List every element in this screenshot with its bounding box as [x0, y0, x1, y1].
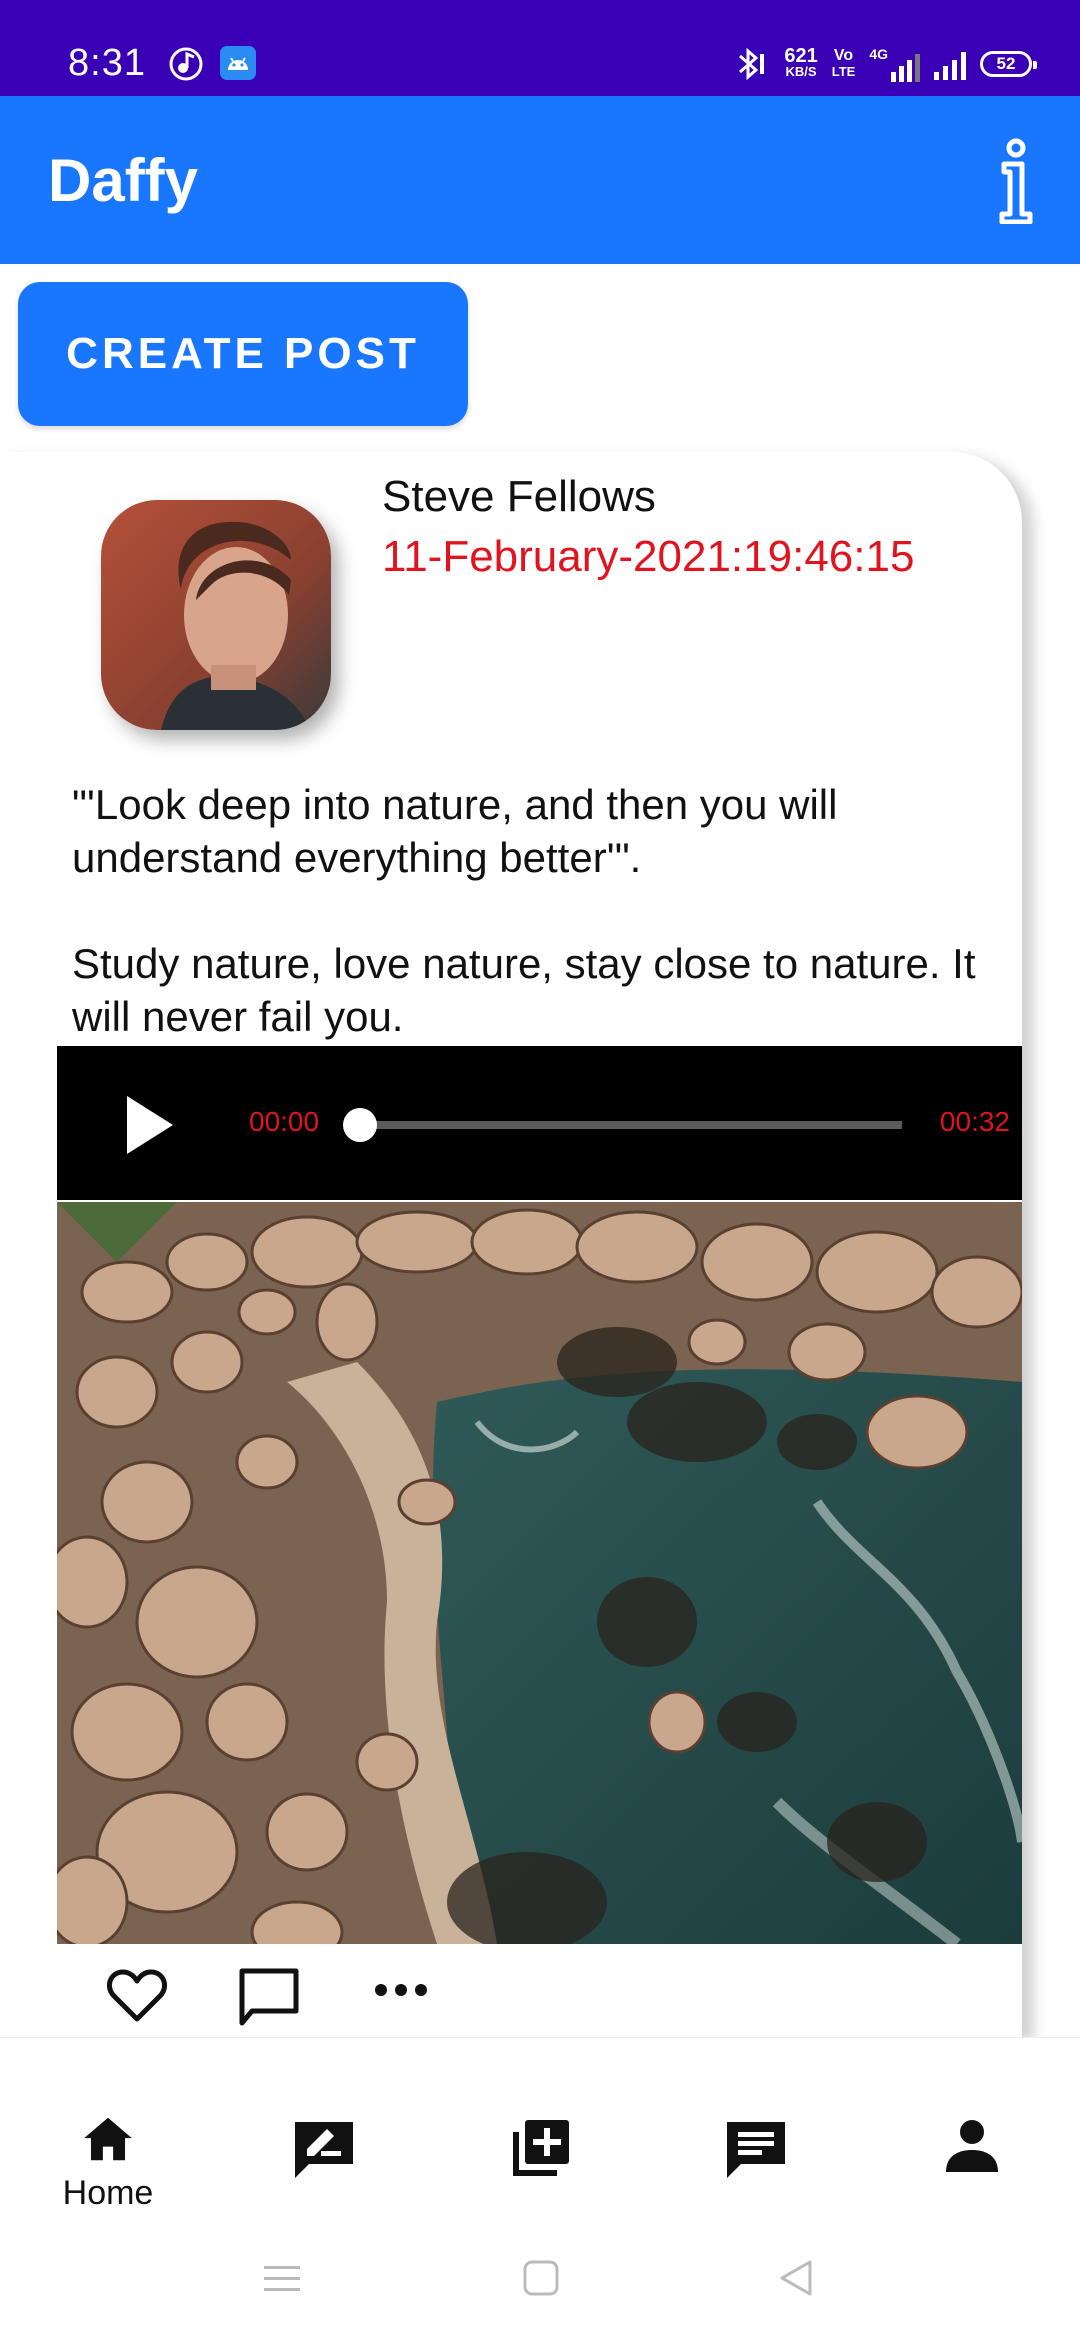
seek-bar[interactable]	[357, 1121, 902, 1129]
home-icon	[84, 2117, 132, 2161]
android-app-icon	[220, 46, 256, 80]
heart-icon[interactable]	[106, 1967, 168, 2023]
volte-indicator: Vo LTE	[831, 47, 856, 80]
signal-icon	[934, 48, 966, 80]
status-bar: 8:31 621 KB/S Vo LTE 4G 52	[0, 0, 1080, 96]
post-author[interactable]: Steve Fellows	[382, 472, 656, 522]
back-icon[interactable]	[776, 2258, 816, 2298]
post-actions	[0, 1957, 1022, 2027]
edit-note-icon	[295, 2122, 353, 2178]
duration: 00:32	[939, 1106, 1010, 1137]
play-icon[interactable]	[127, 1096, 173, 1154]
nav-item-edit[interactable]	[216, 2038, 432, 2213]
audio-player: 00:00 00:32	[57, 1046, 1022, 1200]
post-timestamp: 11-February-2021:19:46:15	[382, 532, 915, 581]
person-icon	[946, 2120, 998, 2172]
info-icon[interactable]	[996, 138, 1036, 224]
network-speed: 621 KB/S	[784, 45, 818, 79]
comment-icon[interactable]	[238, 1967, 300, 2027]
app-title: Daffy	[48, 147, 199, 214]
seek-thumb[interactable]	[343, 1108, 377, 1142]
nav-item-add[interactable]	[432, 2038, 648, 2213]
battery-icon: 52	[980, 51, 1037, 77]
nav-item-profile[interactable]	[864, 2038, 1080, 2213]
system-navigation-bar	[0, 2212, 1080, 2340]
post-paragraph: "'Look deep into nature, and then you wi…	[72, 781, 838, 881]
bottom-navigation: Home	[0, 2037, 1080, 2212]
more-icon[interactable]	[374, 1983, 428, 1997]
bluetooth-icon	[739, 47, 765, 81]
menu-icon[interactable]	[262, 2258, 302, 2298]
post-paragraph: Study nature, love nature, stay close to…	[72, 940, 976, 1040]
post-card: Steve Fellows 11-February-2021:19:46:15 …	[0, 452, 1022, 2037]
status-indicators: 621 KB/S Vo LTE 4G 52	[730, 44, 1037, 84]
signal-4g-icon: 4G	[869, 46, 920, 82]
nav-item-chat[interactable]	[648, 2038, 864, 2213]
avatar[interactable]	[101, 500, 331, 730]
status-time: 8:31	[68, 42, 146, 84]
app-bar: Daffy	[0, 96, 1080, 264]
add-library-icon	[513, 2120, 569, 2176]
current-time: 00:00	[249, 1106, 320, 1137]
home-square-icon[interactable]	[521, 2258, 561, 2298]
post-image[interactable]	[57, 1202, 1022, 1944]
create-post-button[interactable]: CREATE POST	[18, 282, 468, 426]
chat-icon	[727, 2122, 785, 2178]
nav-label-home: Home	[62, 2174, 154, 2212]
music-app-icon	[169, 47, 203, 81]
nav-item-home[interactable]: Home	[0, 2038, 216, 2213]
